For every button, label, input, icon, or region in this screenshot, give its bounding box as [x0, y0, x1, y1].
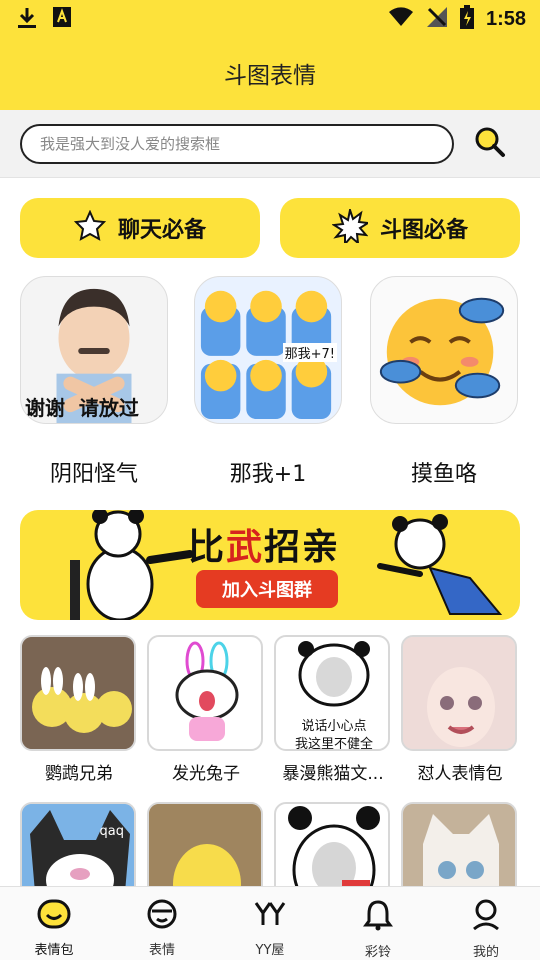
chat-essentials-label: 聊天必备: [117, 218, 206, 243]
pack-caption-1: 说话小心点: [301, 719, 367, 734]
battery-charging-icon: [459, 5, 474, 33]
pack-name: 怼人表情包: [417, 764, 503, 784]
category-yinyang[interactable]: 谢谢 请放过 阴阳怪气: [20, 276, 168, 487]
meme-battle-button[interactable]: 斗图必备: [280, 198, 520, 258]
tab-ringtones[interactable]: 彩铃: [324, 887, 432, 960]
star-outline-icon: [73, 209, 107, 246]
tab-label: 表情: [148, 943, 175, 958]
bottom-tab-bar: 表情包 表情 YY屋 彩铃 我的: [0, 886, 540, 960]
status-bar: 1:58: [0, 0, 540, 36]
slogan-part-3: 招亲: [264, 526, 341, 568]
tab-profile[interactable]: 我的: [432, 887, 540, 960]
category-plus-one[interactable]: 那我+7! 那我+1: [194, 276, 342, 487]
app-header: 斗图表情: [0, 36, 540, 110]
search-bar: [0, 110, 540, 178]
pack-roast-memes[interactable]: 怼人表情包: [401, 635, 519, 784]
category-slacking[interactable]: 摸鱼咯: [370, 276, 518, 487]
category-thumb: [370, 276, 518, 424]
slogan-part-1: 比: [188, 526, 227, 568]
no-signal-icon: [426, 6, 448, 32]
pack-image: 说话小心点 我这里不健全: [274, 635, 390, 751]
burst-icon: [331, 206, 371, 247]
category-name: 摸鱼咯: [410, 462, 477, 487]
tab-label: YY屋: [255, 943, 285, 958]
search-button[interactable]: [470, 126, 510, 162]
pack-image: [20, 635, 136, 751]
search-icon: [474, 126, 506, 162]
face-icon: [146, 899, 178, 933]
pack-rage-panda-text[interactable]: 说话小心点 我这里不健全 暴漫熊猫文...: [274, 635, 392, 784]
smiley-icon: [37, 899, 71, 933]
slogan-part-2: 武: [226, 526, 265, 568]
download-icon: [16, 6, 38, 34]
bell-icon: [363, 899, 393, 935]
search-input[interactable]: [20, 124, 454, 164]
pack-glowing-bunny[interactable]: 发光兔子: [147, 635, 265, 784]
tab-label: 我的: [472, 945, 499, 960]
thumb-caption: 那我+7!: [282, 343, 337, 362]
panda-right-illustration: [377, 514, 503, 615]
wifi-icon: [388, 6, 414, 32]
pack-parrot-brothers[interactable]: 鹦鹉兄弟: [20, 635, 138, 784]
category-thumb: 那我+7!: [194, 276, 342, 424]
tab-expressions[interactable]: 表情: [108, 887, 216, 960]
pack-name: 鹦鹉兄弟: [45, 764, 113, 784]
yy-icon: [253, 899, 287, 933]
font-icon: [52, 6, 72, 34]
tab-label: 彩铃: [364, 945, 391, 960]
join-group-banner[interactable]: 比武招亲 加入斗图群: [20, 510, 520, 620]
join-group-button[interactable]: 加入斗图群: [196, 570, 338, 608]
category-thumb: 谢谢 请放过: [20, 276, 168, 424]
thumb-caption: 谢谢 请放过: [25, 396, 139, 420]
clock: 1:58: [485, 7, 526, 30]
page-title: 斗图表情: [224, 63, 316, 89]
banner-slogan: 比武招亲: [188, 518, 340, 570]
pack-name: 发光兔子: [172, 764, 240, 784]
tab-label: 表情包: [34, 943, 74, 958]
meme-battle-label: 斗图必备: [379, 218, 468, 243]
category-name: 阴阳怪气: [49, 462, 138, 487]
pack-name: 暴漫熊猫文...: [282, 764, 384, 784]
tab-yy-house[interactable]: YY屋: [216, 887, 324, 960]
pack-caption-2: 我这里不健全: [294, 737, 373, 751]
pack-image: [147, 635, 263, 751]
chat-essentials-button[interactable]: 聊天必备: [20, 198, 260, 258]
pack-image: [401, 635, 517, 751]
pack-caption: qaq: [99, 824, 124, 839]
tab-memes[interactable]: 表情包: [0, 887, 108, 960]
category-name: 那我+1: [229, 462, 307, 487]
person-icon: [471, 899, 501, 935]
